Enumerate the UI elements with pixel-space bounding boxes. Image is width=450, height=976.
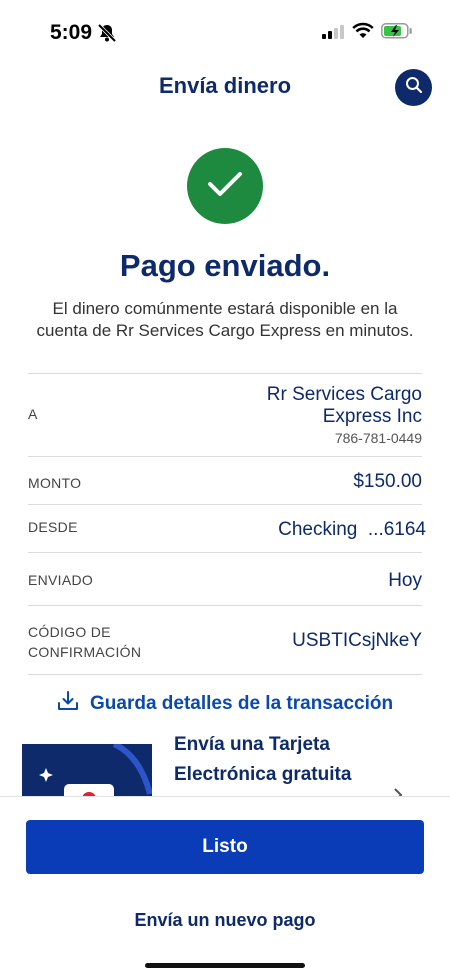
battery-charging-icon: [381, 23, 413, 44]
wifi-icon: [352, 22, 374, 44]
ecard-promo-image: [22, 744, 152, 796]
recipient-name-line2: Express Inc: [322, 406, 422, 427]
status-time: 5:09: [50, 21, 93, 44]
cellular-signal-icon: [322, 25, 344, 44]
save-transaction-details-label: Guarda detalles de la transacción: [90, 693, 394, 714]
save-transaction-details-link[interactable]: Guarda detalles de la transacción: [56, 690, 393, 718]
detail-row-sent: ENVIADO Hoy: [28, 552, 422, 605]
home-indicator[interactable]: [145, 963, 305, 968]
ecard-promo-title-line1: Envía una Tarjeta: [174, 734, 330, 755]
chevron-right-icon: [393, 788, 403, 796]
checkmark-icon: [207, 170, 243, 203]
detail-row-recipient: A Rr Services Cargo Express Inc 786-781-…: [28, 373, 422, 456]
amount-label: MONTO: [28, 475, 82, 491]
recipient-name-line1: Rr Services Cargo: [266, 384, 422, 405]
amount-value: $150.00: [353, 471, 422, 492]
from-account: Checking ...6164: [278, 519, 426, 540]
success-checkmark: [187, 148, 263, 224]
ecard-promo-title-line2: Electrónica gratuita: [174, 764, 352, 785]
done-button[interactable]: Listo: [26, 820, 424, 874]
success-message: El dinero comúnmente estará disponible e…: [36, 299, 414, 340]
recipient-name: Rr Services Cargo Express Inc: [267, 384, 422, 428]
detail-row-confirmation-code: CÓDIGO DE CONFIRMACIÓN USBTICsjNkeY: [28, 605, 422, 675]
page-title: Envía dinero: [158, 73, 292, 98]
success-title: Pago enviado.: [119, 248, 331, 283]
sent-label: ENVIADO: [28, 572, 94, 588]
confirmation-code-label-line2: CONFIRMACIÓN: [28, 644, 142, 660]
from-label: DESDE: [28, 519, 78, 535]
confirmation-code-label: CÓDIGO DE CONFIRMACIÓN: [28, 622, 208, 662]
status-bar: 5:09: [0, 0, 450, 62]
ecard-promo[interactable]: Envía una Tarjeta Electrónica gratuita: [0, 730, 450, 796]
recipient-label: A: [28, 406, 38, 422]
sent-value: Hoy: [388, 570, 422, 591]
confirmation-code-label-line1: CÓDIGO DE: [28, 624, 111, 640]
confirmation-code-value: USBTICsjNkeY: [292, 630, 422, 651]
recipient-phone: 786-781-0449: [334, 430, 422, 446]
search-button[interactable]: [395, 69, 432, 106]
bell-slash-icon: [97, 23, 117, 48]
detail-row-from: DESDE Checking ...6164: [28, 504, 426, 552]
transaction-details: A Rr Services Cargo Express Inc 786-781-…: [28, 373, 426, 675]
new-payment-link[interactable]: Envía un nuevo pago: [0, 910, 450, 931]
ecard-promo-title: Envía una Tarjeta Electrónica gratuita: [174, 730, 351, 790]
footer-actions: Listo Envía un nuevo pago: [0, 796, 450, 976]
download-icon: [56, 690, 80, 718]
search-icon: [405, 76, 423, 99]
detail-row-amount: MONTO $150.00: [28, 456, 422, 504]
